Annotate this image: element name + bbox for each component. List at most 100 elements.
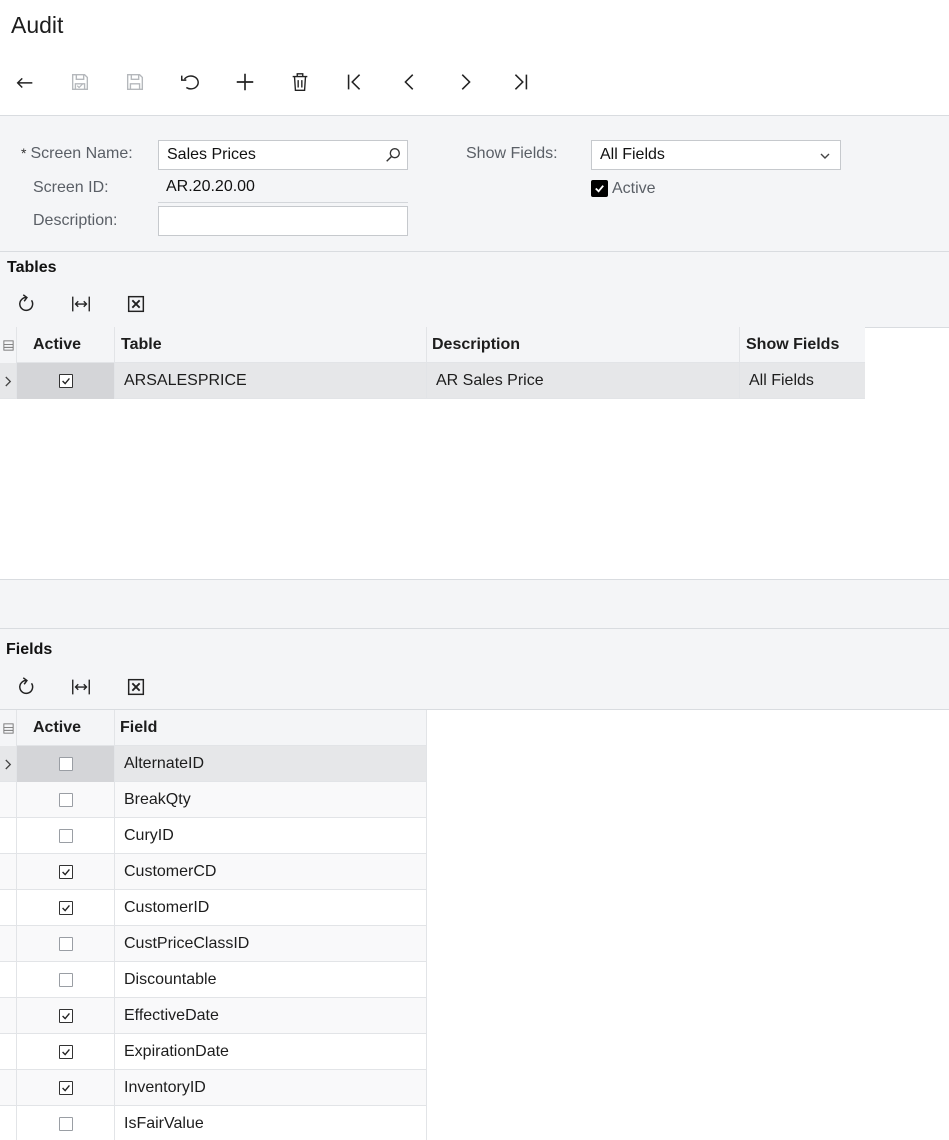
table-row[interactable]: AlternateID [0,746,427,782]
plus-icon [236,73,254,91]
cancel-button[interactable] [170,62,210,102]
field-name-cell[interactable]: InventoryID [115,1070,427,1106]
table-active-checkbox[interactable] [17,363,115,399]
col-header-show-fields[interactable]: Show Fields [740,327,865,363]
previous-record-button[interactable] [390,62,430,102]
checkbox-unchecked[interactable] [58,973,73,987]
checkbox-checked[interactable] [58,901,73,915]
fields-panel: Fields [0,628,949,710]
row-indicator[interactable] [0,854,17,890]
field-active-checkbox[interactable] [17,962,115,998]
first-record-button[interactable] [335,62,375,102]
field-name-cell[interactable]: CustomerID [115,890,427,926]
tables-fit-columns-button[interactable] [63,286,99,322]
field-name-cell[interactable]: AlternateID [115,746,427,782]
fit-width-icon [72,679,90,695]
description-label: Description: [33,212,118,229]
table-row[interactable]: CustomerCD [0,854,427,890]
table-row[interactable]: ARSALESPRICE AR Sales Price All Fields [0,363,865,399]
field-name-cell[interactable]: ExpirationDate [115,1034,427,1070]
tables-export-excel-button[interactable] [118,286,154,322]
field-name-cell[interactable]: IsFairValue [115,1106,427,1140]
refresh-icon [19,294,34,312]
field-active-checkbox[interactable] [17,854,115,890]
field-active-checkbox[interactable] [17,1106,115,1140]
show-fields-select[interactable]: All Fields [591,140,841,170]
checkbox-unchecked[interactable] [58,1117,73,1131]
screen-id-label: Screen ID: [33,179,109,196]
field-active-checkbox[interactable] [17,818,115,854]
row-indicator[interactable] [0,998,17,1034]
table-row[interactable]: IsFairValue [0,1106,427,1140]
panel-splitter[interactable] [0,579,949,628]
col-header-active[interactable]: Active [17,710,115,746]
checkbox-checked[interactable] [58,865,73,879]
table-row[interactable]: CuryID [0,818,427,854]
field-name-cell[interactable]: EffectiveDate [115,998,427,1034]
table-row[interactable]: CustPriceClassID [0,926,427,962]
next-record-button[interactable] [445,62,485,102]
description-input[interactable] [158,206,408,236]
tables-refresh-button[interactable] [8,286,44,322]
table-row[interactable]: CustomerID [0,890,427,926]
col-header-description[interactable]: Description [427,327,740,363]
search-icon[interactable] [384,146,402,164]
col-header-active[interactable]: Active [17,327,115,363]
field-active-checkbox[interactable] [17,926,115,962]
fields-fit-columns-button[interactable] [63,669,99,705]
table-row[interactable]: Discountable [0,962,427,998]
table-description-cell[interactable]: AR Sales Price [427,363,740,399]
last-record-button[interactable] [500,62,540,102]
checkbox-unchecked[interactable] [58,793,73,807]
table-row[interactable]: InventoryID [0,1070,427,1106]
field-name-cell[interactable]: Discountable [115,962,427,998]
trash-icon [292,73,308,91]
row-indicator[interactable] [0,818,17,854]
field-active-checkbox[interactable] [17,1070,115,1106]
table-row[interactable]: BreakQty [0,782,427,818]
checkbox-unchecked[interactable] [58,757,73,771]
table-show-fields-cell[interactable]: All Fields [740,363,865,399]
save-button[interactable] [115,62,155,102]
chevron-right-icon[interactable] [0,363,17,399]
checkbox-checked[interactable] [58,1081,73,1095]
row-indicator[interactable] [0,890,17,926]
fields-refresh-button[interactable] [8,669,44,705]
row-indicator[interactable] [0,926,17,962]
field-name-cell[interactable]: CuryID [115,818,427,854]
col-header-table[interactable]: Table [115,327,427,363]
row-indicator[interactable] [0,1070,17,1106]
row-selector-icon[interactable] [0,327,17,363]
field-active-checkbox[interactable] [17,1034,115,1070]
field-active-checkbox[interactable] [17,998,115,1034]
field-name-cell[interactable]: BreakQty [115,782,427,818]
table-name-cell[interactable]: ARSALESPRICE [115,363,427,399]
delete-button[interactable] [280,62,320,102]
field-name-cell[interactable]: CustPriceClassID [115,926,427,962]
col-header-field[interactable]: Field [115,710,427,746]
field-active-checkbox[interactable] [17,746,115,782]
row-indicator[interactable] [0,782,17,818]
chevron-right-icon[interactable] [0,746,17,782]
fields-export-excel-button[interactable] [118,669,154,705]
active-label: Active [612,180,656,197]
add-button[interactable] [225,62,265,102]
save-close-button[interactable] [60,62,100,102]
field-active-checkbox[interactable] [17,890,115,926]
table-row[interactable]: ExpirationDate [0,1034,427,1070]
checkbox-unchecked[interactable] [58,937,73,951]
checkbox-checked[interactable] [58,1009,73,1023]
field-name-cell[interactable]: CustomerCD [115,854,427,890]
main-toolbar [0,62,600,102]
row-indicator[interactable] [0,1106,17,1140]
row-indicator[interactable] [0,1034,17,1070]
back-button[interactable] [5,62,45,102]
checkbox-checked[interactable] [58,1045,73,1059]
field-active-checkbox[interactable] [17,782,115,818]
active-checkbox[interactable] [591,180,608,197]
row-selector-icon[interactable] [0,710,17,746]
screen-name-input[interactable]: Sales Prices [158,140,408,170]
row-indicator[interactable] [0,962,17,998]
checkbox-unchecked[interactable] [58,829,73,843]
table-row[interactable]: EffectiveDate [0,998,427,1034]
